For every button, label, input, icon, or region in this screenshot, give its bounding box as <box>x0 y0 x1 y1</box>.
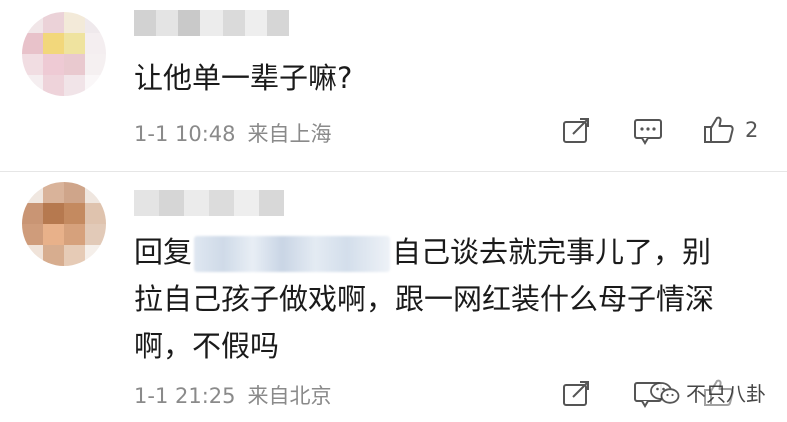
share-button[interactable] <box>561 117 591 145</box>
avatar[interactable] <box>22 12 106 96</box>
comment-meta: 1-1 10:48 来自上海 <box>134 118 332 148</box>
comment-date: 1-1 10:48 <box>134 122 236 146</box>
comment-meta: 1-1 21:25 来自北京 <box>134 380 332 410</box>
like-icon <box>704 116 734 143</box>
username[interactable] <box>134 10 289 36</box>
username[interactable] <box>134 190 284 216</box>
comment-text: 让他单一辈子嘛? <box>134 61 353 95</box>
share-button[interactable] <box>561 380 591 408</box>
like-count: 2 <box>745 118 759 142</box>
reply-button[interactable] <box>633 117 663 145</box>
comment-location: 来自上海 <box>247 122 332 146</box>
avatar[interactable] <box>22 182 106 266</box>
comment-item: 让他单一辈子嘛? 1-1 10:48 来自上海 2 <box>0 0 787 172</box>
share-icon <box>563 381 589 406</box>
like-button[interactable] <box>703 114 735 146</box>
comment-location: 来自北京 <box>247 384 332 408</box>
wechat-icon <box>650 381 680 404</box>
reply-prefix: 回复 <box>134 235 193 269</box>
mentioned-user-link[interactable] <box>194 236 391 272</box>
comment-icon <box>634 119 662 145</box>
comment-date: 1-1 21:25 <box>134 384 236 408</box>
comment-text: 回复 自己谈去就完事儿了，别 拉自己孩子做戏啊，跟一网红装什么母子情深 啊，不假吗 <box>134 235 715 363</box>
share-icon <box>563 118 589 143</box>
watermark-text: 不只八卦 <box>686 382 766 406</box>
watermark: 不只八卦 <box>650 378 766 407</box>
